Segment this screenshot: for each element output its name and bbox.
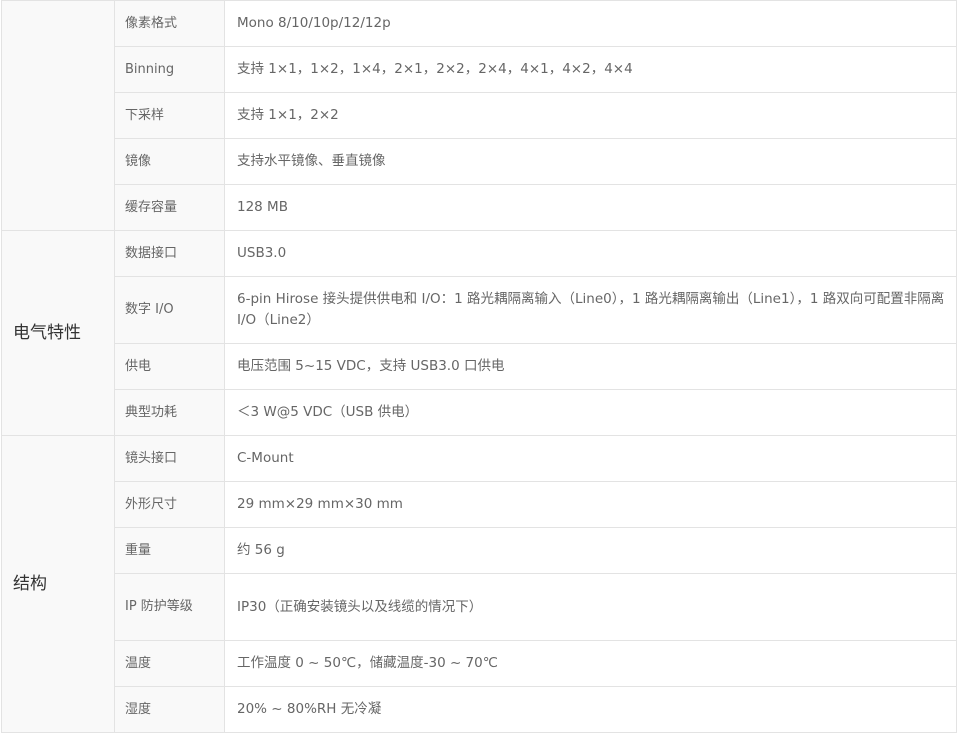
row-label: Binning [114, 46, 225, 93]
row-label: IP 防护等级 [114, 573, 225, 641]
row-value: 约 56 g [224, 527, 957, 574]
table-row: 典型功耗 ＜3 W@5 VDC（USB 供电） [2, 389, 957, 436]
table-row: 重量 约 56 g [2, 527, 957, 574]
table-row: 湿度 20% ~ 80%RH 无冷凝 [2, 686, 957, 733]
row-value: 电压范围 5~15 VDC，支持 USB3.0 口供电 [224, 343, 957, 390]
table-row: 下采样 支持 1×1，2×2 [2, 92, 957, 139]
group-cell-image [1, 0, 115, 231]
spec-table: 像素格式 Mono 8/10/10p/12/12p Binning 支持 1×1… [1, 0, 957, 733]
row-value: ＜3 W@5 VDC（USB 供电） [224, 389, 957, 436]
row-label: 下采样 [114, 92, 225, 139]
row-label: 温度 [114, 640, 225, 687]
row-value: 支持 1×1，2×2 [224, 92, 957, 139]
row-value: 工作温度 0 ~ 50℃，储藏温度-30 ~ 70℃ [224, 640, 957, 687]
group-cell-electrical: 电气特性 [1, 230, 115, 436]
table-row: 镜像 支持水平镜像、垂直镜像 [2, 138, 957, 185]
row-value: 支持 1×1，1×2，1×4，2×1，2×2，2×4，4×1，4×2，4×4 [224, 46, 957, 93]
table-row: 电气特性 数据接口 USB3.0 [1, 230, 957, 436]
table-row: IP 防护等级 IP30（正确安装镜头以及线缆的情况下） [2, 573, 957, 641]
row-label: 外形尺寸 [114, 481, 225, 528]
row-label: 缓存容量 [114, 184, 225, 231]
table-row: 外形尺寸 29 mm×29 mm×30 mm [2, 481, 957, 528]
row-label: 湿度 [114, 686, 225, 733]
row-value: C-Mount [224, 435, 957, 482]
row-value: 6-pin Hirose 接头提供供电和 I/O：1 路光耦隔离输入（Line0… [224, 276, 957, 344]
row-value: USB3.0 [224, 230, 957, 277]
row-value: 29 mm×29 mm×30 mm [224, 481, 957, 528]
row-label: 镜像 [114, 138, 225, 185]
row-label: 镜头接口 [114, 435, 225, 482]
row-label: 典型功耗 [114, 389, 225, 436]
table-row: 结构 镜头接口 C-Mount [1, 435, 957, 733]
row-value: Mono 8/10/10p/12/12p [224, 0, 957, 47]
row-value: 支持水平镜像、垂直镜像 [224, 138, 957, 185]
row-label: 供电 [114, 343, 225, 390]
row-label: 重量 [114, 527, 225, 574]
row-value: 20% ~ 80%RH 无冷凝 [224, 686, 957, 733]
row-value: IP30（正确安装镜头以及线缆的情况下） [224, 573, 957, 641]
row-label: 数据接口 [114, 230, 225, 277]
group-cell-structure: 结构 [1, 435, 115, 733]
row-label: 数字 I/O [114, 276, 225, 344]
table-row: 像素格式 Mono 8/10/10p/12/12p [1, 0, 957, 231]
table-row: 供电 电压范围 5~15 VDC，支持 USB3.0 口供电 [2, 343, 957, 390]
table-row: 温度 工作温度 0 ~ 50℃，储藏温度-30 ~ 70℃ [2, 640, 957, 687]
row-value: 128 MB [224, 184, 957, 231]
table-row: 数字 I/O 6-pin Hirose 接头提供供电和 I/O：1 路光耦隔离输… [2, 276, 957, 344]
row-label: 像素格式 [114, 0, 225, 47]
table-row: Binning 支持 1×1，1×2，1×4，2×1，2×2，2×4，4×1，4… [2, 46, 957, 93]
table-row: 缓存容量 128 MB [2, 184, 957, 231]
